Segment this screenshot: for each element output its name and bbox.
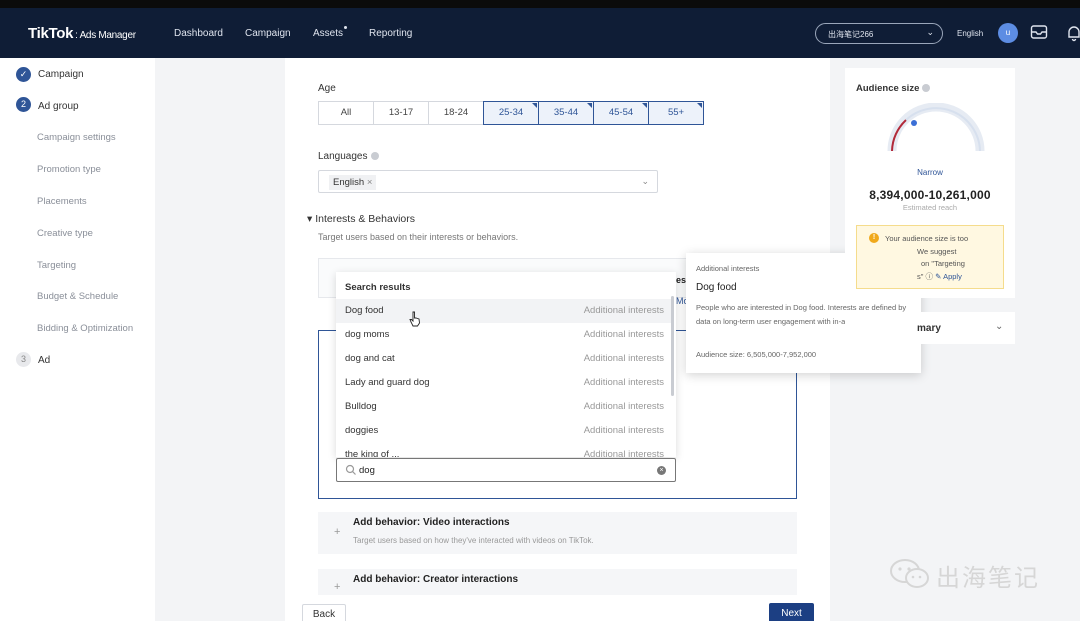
behavior-desc: Target users based on how they've intera…	[353, 536, 594, 545]
plus-icon: +	[334, 526, 341, 538]
sidebar-item-campaign[interactable]: Campaign	[38, 69, 84, 80]
language-tag: English ×	[329, 175, 377, 190]
sidebar-item-ad[interactable]: Ad	[38, 355, 50, 366]
result-dog-moms[interactable]: dog moms Additional interests	[336, 323, 672, 347]
sidebar-item-promotion-type[interactable]: Promotion type	[37, 164, 101, 175]
help-icon[interactable]	[370, 152, 379, 160]
watermark: 出海笔记	[888, 558, 1038, 592]
back-button[interactable]: Back	[302, 604, 346, 621]
wechat-logo-icon	[890, 559, 929, 588]
add-behavior-creator[interactable]: + Add behavior: Creator interactions	[318, 569, 797, 595]
selected-corner-icon	[532, 103, 537, 108]
logo[interactable]: TikTok: Ads Manager	[28, 25, 136, 42]
help-icon[interactable]	[922, 84, 931, 92]
top-strip	[0, 0, 1080, 8]
age-45-54[interactable]: 45-54	[593, 101, 649, 125]
audience-range: 8,394,000-10,261,000	[869, 188, 991, 202]
hand-cursor-icon	[409, 311, 420, 327]
audience-gauge	[887, 103, 985, 152]
age-label: Age	[318, 83, 336, 94]
nav-dashboard[interactable]: Dashboard	[174, 28, 223, 39]
top-nav: TikTok: Ads Manager Dashboard Campaign A…	[0, 8, 1080, 58]
audience-level: Narrow	[917, 168, 943, 177]
result-dog-and-cat[interactable]: dog and cat Additional interests	[336, 347, 672, 371]
chevron-down-icon: ⌄	[995, 321, 1004, 332]
avatar[interactable]: u	[998, 23, 1018, 43]
sidebar-item-ad-group[interactable]: Ad group	[38, 101, 79, 112]
sidebar-item-creative-type[interactable]: Creative type	[37, 228, 93, 239]
sidebar-item-placements[interactable]: Placements	[37, 196, 87, 207]
plus-icon: +	[334, 581, 341, 593]
audience-size-card: Audience size Narrow 8,394,000-10,261,00…	[845, 68, 1015, 298]
sidebar-item-campaign-settings[interactable]: Campaign settings	[37, 132, 116, 143]
behavior-title: Add behavior: Video interactions	[353, 517, 510, 528]
behavior-title: Add behavior: Creator interactions	[353, 574, 519, 585]
age-55-plus[interactable]: 55+	[648, 101, 704, 125]
search-results-header: Search results	[345, 282, 411, 293]
sidebar-item-targeting[interactable]: Targeting	[37, 260, 76, 271]
assets-dot	[344, 26, 347, 29]
tooltip-title: Dog food	[696, 282, 737, 293]
selected-corner-icon	[587, 103, 592, 108]
result-doggies[interactable]: doggies Additional interests	[336, 419, 672, 443]
nav-reporting[interactable]: Reporting	[369, 28, 412, 39]
age-18-24[interactable]: 18-24	[428, 101, 484, 125]
languages-select[interactable]: English × ⌄	[318, 170, 658, 193]
languages-label: Languages	[318, 151, 379, 162]
step-ad-group-number: 2	[16, 97, 31, 112]
audience-subtitle: Estimated reach	[902, 203, 958, 212]
clear-icon[interactable]: ×	[657, 466, 666, 475]
search-value: dog	[359, 465, 375, 476]
close-icon[interactable]: ×	[367, 177, 373, 188]
age-all[interactable]: All	[318, 101, 374, 125]
language-switch[interactable]: English	[957, 29, 983, 38]
result-bulldog[interactable]: Bulldog Additional interests	[336, 395, 672, 419]
inbox-icon[interactable]	[1030, 24, 1048, 40]
audience-warning: ! Your audience size is too We suggest o…	[856, 225, 1004, 289]
sidebar-item-bidding-optimization[interactable]: Bidding & Optimization	[37, 323, 133, 334]
nav-assets[interactable]: Assets	[313, 28, 343, 39]
nav-campaign[interactable]: Campaign	[245, 28, 291, 39]
summary-card[interactable]: mary ⌄	[845, 312, 1015, 344]
selected-corner-icon	[697, 103, 702, 108]
step-ad-number: 3	[16, 352, 31, 367]
result-dog-food[interactable]: Dog food Additional interests	[336, 299, 672, 323]
age-25-34[interactable]: 25-34	[483, 101, 539, 125]
dropdown-scrollbar[interactable]	[671, 296, 674, 396]
tooltip-category: Additional interests	[696, 264, 760, 273]
interest-search-input[interactable]: dog ×	[336, 458, 676, 482]
next-button[interactable]: Next	[769, 603, 814, 621]
chevron-down-icon: ⌄	[641, 176, 649, 186]
sidebar: ✓ Campaign 2 Ad group Campaign settings …	[0, 58, 155, 621]
interests-section-title[interactable]: ▾ Interests & Behaviors	[307, 213, 415, 225]
interests-desc: Target users based on their interests or…	[318, 232, 519, 242]
warning-icon: !	[869, 233, 879, 243]
add-behavior-video[interactable]: + Add behavior: Video interactions Targe…	[318, 512, 797, 554]
selected-corner-icon	[642, 103, 647, 108]
search-results-dropdown: Search results Dog food Additional intere…	[336, 272, 676, 457]
partial-header: es	[676, 275, 687, 285]
audience-title: Audience size	[856, 83, 931, 94]
age-13-17[interactable]: 13-17	[373, 101, 429, 125]
search-icon	[345, 464, 356, 475]
summary-label: mary	[917, 323, 941, 334]
age-selector: All 13-17 18-24 25-34 35-44 45-54 55+	[318, 101, 704, 125]
chevron-down-icon: ⌄	[926, 27, 934, 37]
tooltip-audience-size: Audience size: 6,505,000-7,952,000	[696, 350, 817, 359]
sidebar-item-budget-schedule[interactable]: Budget & Schedule	[37, 291, 118, 302]
age-35-44[interactable]: 35-44	[538, 101, 594, 125]
apply-link[interactable]: ✎ Apply	[935, 272, 962, 281]
bell-icon[interactable]	[1066, 24, 1080, 42]
step-campaign-check-icon: ✓	[16, 67, 31, 82]
account-selector[interactable]: 出海笔记266 ⌄	[815, 23, 943, 44]
result-partial[interactable]: the king of ... Additional interests	[336, 443, 672, 457]
result-lady-and-guard-dog[interactable]: Lady and guard dog Additional interests	[336, 371, 672, 395]
